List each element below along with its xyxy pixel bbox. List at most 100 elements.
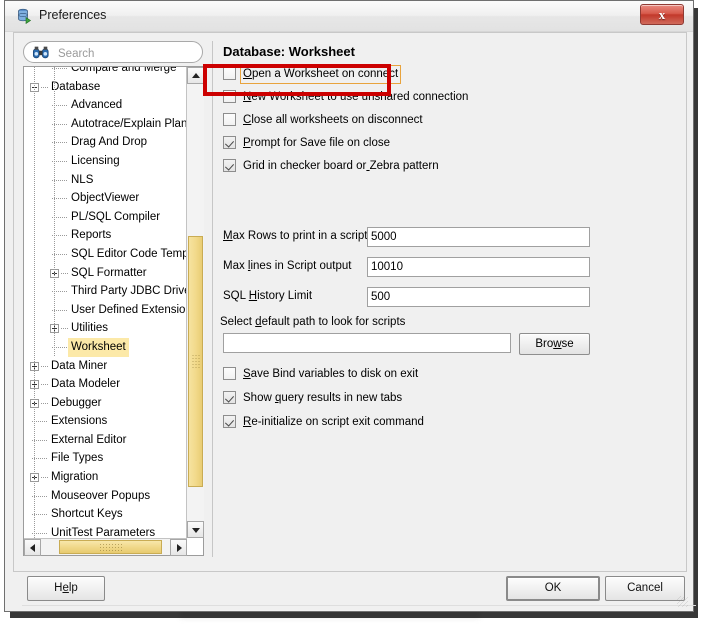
tree-item-debugger[interactable]: Debugger bbox=[24, 394, 187, 413]
title-bar: Preferences x bbox=[5, 1, 693, 32]
tree-item-label: Database bbox=[51, 80, 101, 93]
tree-viewport: Compare and Merge Database Advanced Autotra… bbox=[24, 67, 187, 538]
tree-item-shortcut-keys[interactable]: Shortcut Keys bbox=[24, 505, 187, 524]
tree-connector-line bbox=[61, 272, 68, 274]
checkbox-unchecked-icon[interactable] bbox=[223, 90, 236, 103]
tree-item-autotrace-explain-plan[interactable]: Autotrace/Explain Plan bbox=[24, 115, 187, 134]
tree-item-user-defined-extensions[interactable]: User Defined Extensions bbox=[24, 301, 187, 320]
tree-guide-line bbox=[34, 67, 35, 538]
tree-item-label: File Types bbox=[51, 452, 104, 465]
horizontal-scroll-track[interactable] bbox=[41, 539, 170, 555]
tree-item-data-modeler[interactable]: Data Modeler bbox=[24, 375, 187, 394]
default-path-input[interactable] bbox=[223, 333, 511, 353]
scroll-down-button[interactable] bbox=[187, 521, 204, 538]
tree-item-pl-sql-compiler[interactable]: PL/SQL Compiler bbox=[24, 208, 187, 227]
tree-item-advanced[interactable]: Advanced bbox=[24, 96, 187, 115]
scroll-up-button[interactable] bbox=[187, 67, 204, 84]
tree-item-sql-editor-code-templates[interactable]: SQL Editor Code Templates bbox=[24, 245, 187, 264]
preferences-tree[interactable]: Compare and Merge Database Advanced Autotra… bbox=[23, 66, 204, 556]
field-input-0[interactable] bbox=[367, 227, 590, 247]
tree-item-database[interactable]: Database bbox=[24, 78, 187, 97]
close-button[interactable]: x bbox=[640, 4, 684, 25]
grip-dots-icon bbox=[191, 353, 200, 370]
scroll-left-button[interactable] bbox=[24, 539, 41, 556]
checkbox-label: Close all worksheets on disconnect bbox=[243, 114, 423, 126]
default-path-label: Select default path to look for scripts bbox=[220, 316, 406, 328]
browse-button-label: Browse bbox=[535, 338, 574, 350]
cancel-button[interactable]: Cancel bbox=[605, 576, 685, 601]
checkbox-label: Show query results in new tabs bbox=[243, 392, 403, 404]
tree-item-label: Advanced bbox=[71, 99, 123, 112]
tree-item-sql-formatter[interactable]: SQL Formatter bbox=[24, 264, 187, 283]
tree-item-label: Data Miner bbox=[51, 359, 108, 372]
tree-item-migration[interactable]: Migration bbox=[24, 468, 187, 487]
ok-button[interactable]: OK bbox=[506, 576, 600, 601]
tree-item-data-miner[interactable]: Data Miner bbox=[24, 357, 187, 376]
tree-item-extensions[interactable]: Extensions bbox=[24, 412, 187, 431]
chevron-down-icon bbox=[191, 527, 200, 533]
checkbox-checked-icon[interactable] bbox=[223, 391, 236, 404]
tree-item-unittest-parameters[interactable]: UnitTest Parameters bbox=[24, 524, 187, 538]
dialog-content: Compare and Merge Database Advanced Autotra… bbox=[13, 32, 696, 606]
tree-item-label: Worksheet bbox=[68, 337, 129, 357]
scroll-right-button[interactable] bbox=[170, 539, 187, 556]
tree-item-label: NLS bbox=[71, 173, 94, 186]
tree-item-compare-and-merge[interactable]: Compare and Merge bbox=[24, 67, 187, 78]
search-box[interactable] bbox=[23, 41, 203, 63]
tree-item-objectviewer[interactable]: ObjectViewer bbox=[24, 189, 187, 208]
close-icon: x bbox=[658, 7, 666, 22]
tree-horizontal-scrollbar[interactable] bbox=[24, 538, 187, 556]
field-input-2[interactable] bbox=[367, 287, 590, 307]
checkbox-label: Grid in checker board or Zebra pattern bbox=[243, 160, 439, 172]
tree-item-utilities[interactable]: Utilities bbox=[24, 319, 187, 338]
tree-item-label: Reports bbox=[71, 229, 112, 242]
help-button-label: Help bbox=[54, 582, 78, 594]
checkbox-checked-icon[interactable] bbox=[223, 136, 236, 149]
checkbox-checked-icon[interactable] bbox=[223, 415, 236, 428]
tree-item-label: Extensions bbox=[51, 415, 108, 428]
tree-item-nls[interactable]: NLS bbox=[24, 171, 187, 190]
tree-item-label: Drag And Drop bbox=[71, 136, 148, 149]
vertical-scroll-track[interactable] bbox=[187, 84, 204, 521]
checkbox-unchecked-icon[interactable] bbox=[223, 113, 236, 126]
footer-separator bbox=[22, 605, 696, 606]
tree-connector-line bbox=[41, 402, 48, 404]
field-label: Max lines in Script output bbox=[223, 260, 352, 272]
tree-item-external-editor[interactable]: External Editor bbox=[24, 431, 187, 450]
tree-item-label: Debugger bbox=[51, 396, 102, 409]
vertical-scroll-thumb[interactable] bbox=[188, 236, 203, 487]
field-input-1[interactable] bbox=[367, 257, 590, 277]
tree-vertical-scrollbar[interactable] bbox=[186, 67, 204, 538]
checkbox-label: Open a Worksheet on connect bbox=[239, 65, 402, 84]
tree-guide-line bbox=[54, 67, 55, 357]
tree-connector-line bbox=[41, 86, 48, 88]
page-title: Database: Worksheet bbox=[223, 44, 355, 59]
search-input[interactable] bbox=[56, 45, 200, 63]
tree-item-label: Licensing bbox=[71, 154, 120, 167]
tree-item-reports[interactable]: Reports bbox=[24, 226, 187, 245]
checkbox-unchecked-icon[interactable] bbox=[223, 67, 236, 80]
tree-item-file-types[interactable]: File Types bbox=[24, 449, 187, 468]
resize-grip-icon[interactable] bbox=[677, 596, 688, 607]
tree-item-third-party-jdbc-drivers[interactable]: Third Party JDBC Drivers bbox=[24, 282, 187, 301]
checkbox-checked-icon[interactable] bbox=[223, 159, 236, 172]
horizontal-scroll-thumb[interactable] bbox=[59, 540, 162, 554]
tree-item-label: Shortcut Keys bbox=[51, 508, 123, 521]
field-label: Max Rows to print in a script bbox=[223, 230, 368, 242]
tree-item-worksheet[interactable]: Worksheet bbox=[24, 337, 187, 357]
tree-item-label: UnitTest Parameters bbox=[51, 526, 156, 538]
checkbox-unchecked-icon[interactable] bbox=[223, 367, 236, 380]
tree-connector-line bbox=[41, 384, 48, 386]
pane-divider bbox=[212, 41, 213, 557]
tree-item-label: User Defined Extensions bbox=[71, 303, 187, 316]
help-button[interactable]: Help bbox=[27, 576, 105, 601]
tree-item-mouseover-popups[interactable]: Mouseover Popups bbox=[24, 487, 187, 506]
checkbox-label: New Worksheet to use unshared connection bbox=[243, 91, 469, 103]
tree-item-licensing[interactable]: Licensing bbox=[24, 152, 187, 171]
browse-button[interactable]: Browse bbox=[519, 333, 590, 355]
tree-connector-line bbox=[41, 365, 48, 367]
checkbox-label: Prompt for Save file on close bbox=[243, 137, 391, 149]
tree-item-drag-and-drop[interactable]: Drag And Drop bbox=[24, 133, 187, 152]
checkbox-label: Re-initialize on script exit command bbox=[243, 416, 424, 428]
cancel-button-label: Cancel bbox=[627, 582, 663, 594]
